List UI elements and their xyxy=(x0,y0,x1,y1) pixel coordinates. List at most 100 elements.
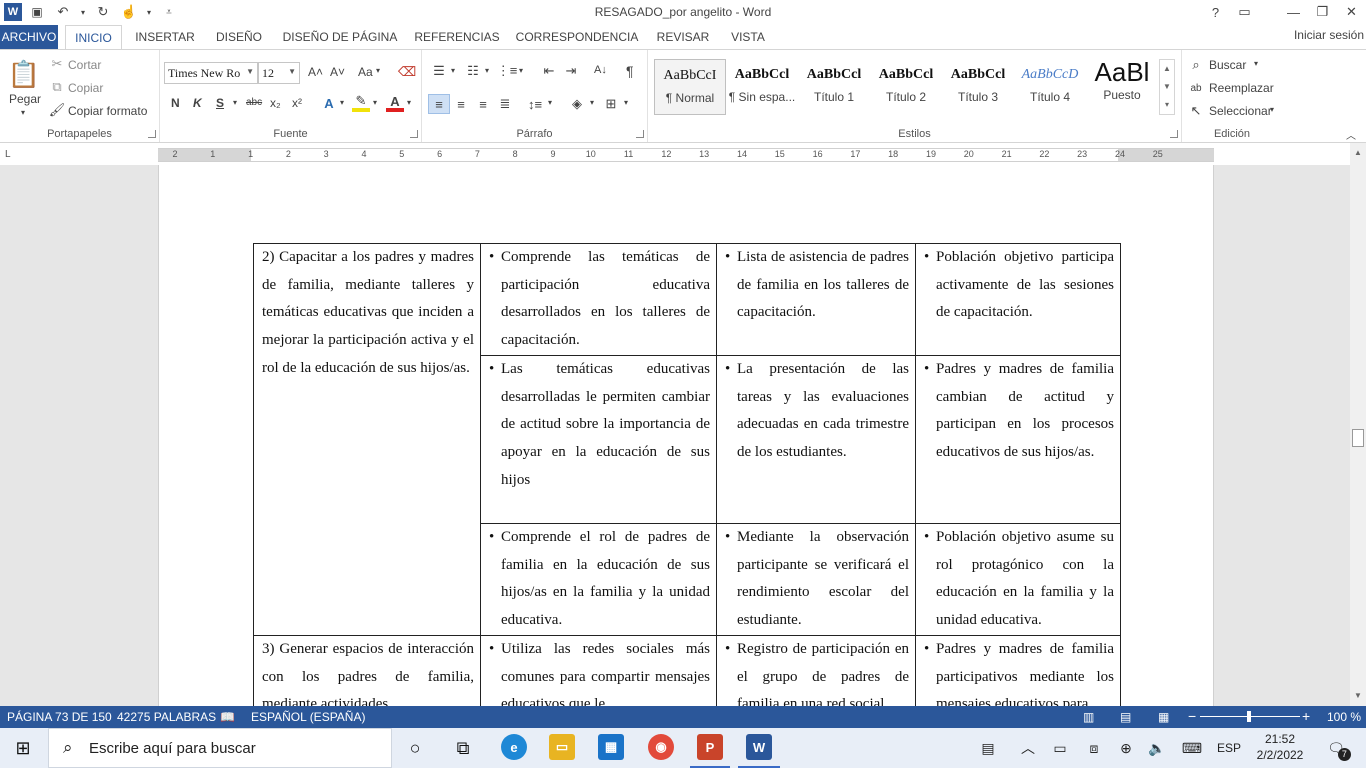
style-sin-espaciado[interactable]: AaBbCcl ¶ Sin espa... xyxy=(726,59,798,115)
chevron-down-icon[interactable]: ▾ xyxy=(519,66,523,75)
zoom-level[interactable]: 100 % xyxy=(1327,710,1361,724)
chevron-down-icon[interactable]: ▾ xyxy=(548,98,552,107)
tab-revisar[interactable]: REVISAR xyxy=(652,25,714,49)
minimize-button[interactable]: — xyxy=(1279,0,1308,24)
find-button[interactable]: Buscar xyxy=(1209,58,1246,72)
table-cell[interactable]: • Padres y madres de familia participativ… xyxy=(915,635,1121,706)
table-cell[interactable]: • Registro de participación en el grupo d… xyxy=(716,635,916,706)
superscript-button[interactable]: x² xyxy=(292,96,302,110)
scroll-thumb[interactable] xyxy=(1352,429,1364,447)
bold-button[interactable]: N xyxy=(171,96,180,110)
text-effects-icon[interactable]: A xyxy=(320,94,338,112)
align-right-icon[interactable]: ≡ xyxy=(474,94,492,114)
touch-keyboard-icon[interactable]: ⌨ xyxy=(1178,728,1206,768)
tab-vista[interactable]: VISTA xyxy=(726,25,770,49)
style-titulo-3[interactable]: AaBbCcl Título 3 xyxy=(942,59,1014,115)
subscript-button[interactable]: x₂ xyxy=(270,96,281,110)
table-cell[interactable]: • Población objetivo participa activament… xyxy=(915,243,1121,356)
font-name-combo[interactable]: Times New Ro ▼ xyxy=(164,62,258,84)
network-icon[interactable]: ⊕ xyxy=(1114,728,1138,768)
zoom-in-icon[interactable]: + xyxy=(1302,708,1310,724)
chevron-down-icon[interactable]: ▾ xyxy=(233,98,237,107)
change-case-button[interactable]: Aa xyxy=(358,65,373,79)
italic-button[interactable]: K xyxy=(193,96,202,110)
cut-icon[interactable]: ✂ xyxy=(50,56,64,71)
chevron-up-icon[interactable]: ▲ xyxy=(1160,60,1174,78)
table-cell[interactable]: • La presentación de las tareas y las eva… xyxy=(716,355,916,524)
help-button[interactable]: ? xyxy=(1201,0,1230,24)
restore-button[interactable]: ❐ xyxy=(1308,0,1337,24)
task-view-icon[interactable]: ⧉ xyxy=(440,728,486,768)
grow-font-button[interactable]: A˄ xyxy=(308,65,323,79)
tab-referencias[interactable]: REFERENCIAS xyxy=(412,25,502,49)
paragraph-launcher-icon[interactable] xyxy=(636,130,644,138)
chevron-down-icon[interactable]: ▾ xyxy=(340,98,344,107)
tab-correspondencia[interactable]: CORRESPONDENCIA xyxy=(514,25,640,49)
print-layout-icon[interactable]: ▤ xyxy=(1120,710,1131,724)
taskbar-search[interactable]: ⌕ Escribe aquí para buscar xyxy=(48,728,392,768)
clipboard-launcher-icon[interactable] xyxy=(148,130,156,138)
powerpoint-icon[interactable]: P xyxy=(697,734,723,760)
windows-start-icon[interactable]: ⊞ xyxy=(0,728,46,768)
copy-icon[interactable]: ⧉ xyxy=(50,79,64,94)
shading-icon[interactable]: ◈ xyxy=(568,94,586,114)
style-normal[interactable]: AaBbCcI ¶ Normal xyxy=(654,59,726,115)
chevron-down-icon[interactable]: ▼ xyxy=(1160,78,1174,96)
tab-diseno[interactable]: DISEÑO xyxy=(210,25,268,49)
input-language[interactable]: ESP xyxy=(1214,728,1244,768)
chevron-down-icon[interactable]: ▾ xyxy=(590,98,594,107)
collapse-ribbon-icon[interactable]: ︿ xyxy=(1344,128,1358,142)
edge-icon[interactable]: e xyxy=(501,734,527,760)
table-cell[interactable]: • Población objetivo asume su rol protagó… xyxy=(915,523,1121,636)
clear-formatting-icon[interactable]: ⌫ xyxy=(398,63,416,81)
replace-button[interactable]: Reemplazar xyxy=(1209,81,1274,95)
tab-diseno-de-pagina[interactable]: DISEÑO DE PÁGINA xyxy=(280,25,400,49)
proofing-icon[interactable]: 📖 xyxy=(220,710,235,724)
language-indicator[interactable]: ESPAÑOL (ESPAÑA) xyxy=(251,710,365,724)
format-painter-icon[interactable]: 🖌 xyxy=(49,102,66,117)
file-explorer-icon[interactable]: ▭ xyxy=(549,734,575,760)
chrome-icon[interactable]: ◉ xyxy=(648,734,674,760)
highlight-icon[interactable]: ✎ xyxy=(352,93,370,112)
table-cell[interactable]: • Mediante la observación participante se… xyxy=(716,523,916,636)
chevron-down-icon[interactable]: ▾ xyxy=(485,66,489,75)
borders-icon[interactable]: ⊞ xyxy=(602,94,620,114)
horizontal-ruler[interactable]: 2 1 1 2 3 4 5 6 7 8 9 10 11 12 13 14 15 16 17 18 19 20 21 22 23 2… xyxy=(158,148,1214,162)
decrease-indent-icon[interactable]: ⇤ xyxy=(540,62,558,80)
tab-selector[interactable]: L xyxy=(5,149,11,160)
sort-button[interactable]: A↓ xyxy=(594,64,607,76)
device-icon[interactable]: ⧈ xyxy=(1082,728,1106,768)
style-titulo-4[interactable]: AaBbCcD Título 4 xyxy=(1014,59,1086,115)
cut-button[interactable]: Cortar xyxy=(68,58,101,72)
shrink-font-button[interactable]: A˅ xyxy=(330,65,345,79)
sign-in-link[interactable]: Iniciar sesión xyxy=(1294,28,1364,42)
align-center-icon[interactable]: ≡ xyxy=(452,94,470,114)
styles-launcher-icon[interactable] xyxy=(1170,130,1178,138)
tab-insertar[interactable]: INSERTAR xyxy=(132,25,198,49)
clock[interactable]: 21:52 2/2/2022 xyxy=(1252,731,1308,763)
style-titulo-2[interactable]: AaBbCcl Título 2 xyxy=(870,59,942,115)
font-color-icon[interactable]: A xyxy=(386,94,404,112)
numbering-icon[interactable]: ☷ xyxy=(464,62,482,80)
paste-button[interactable]: Pegar xyxy=(9,92,41,106)
volume-icon[interactable]: 🔈 xyxy=(1145,728,1169,768)
chevron-down-icon[interactable]: ▾ xyxy=(376,66,380,75)
paste-icon[interactable]: 📋 xyxy=(8,56,40,92)
store-icon[interactable]: ▦ xyxy=(598,734,624,760)
strikethrough-button[interactable]: abc xyxy=(246,97,262,108)
paste-dropdown-icon[interactable]: ▾ xyxy=(21,108,25,117)
increase-indent-icon[interactable]: ⇥ xyxy=(562,62,580,80)
underline-button[interactable]: S xyxy=(216,96,224,110)
format-painter-button[interactable]: Copiar formato xyxy=(68,104,147,118)
chevron-down-icon[interactable]: ▾ xyxy=(407,98,411,107)
battery-icon[interactable]: ▭ xyxy=(1048,728,1072,768)
gallery-more-icon[interactable]: ▾ xyxy=(1160,96,1174,114)
styles-gallery-scroll[interactable]: ▲ ▼ ▾ xyxy=(1159,59,1175,115)
web-layout-icon[interactable]: ▦ xyxy=(1158,710,1169,724)
scroll-up-icon[interactable]: ▲ xyxy=(1350,145,1366,161)
table-cell-objective[interactable]: 3) Generar espacios de interacción con l… xyxy=(253,635,481,706)
copy-button[interactable]: Copiar xyxy=(68,81,103,95)
table-cell-objective[interactable]: 2) Capacitar a los padres y madres de fa… xyxy=(253,243,481,636)
font-launcher-icon[interactable] xyxy=(410,130,418,138)
read-mode-icon[interactable]: ▥ xyxy=(1083,710,1094,724)
